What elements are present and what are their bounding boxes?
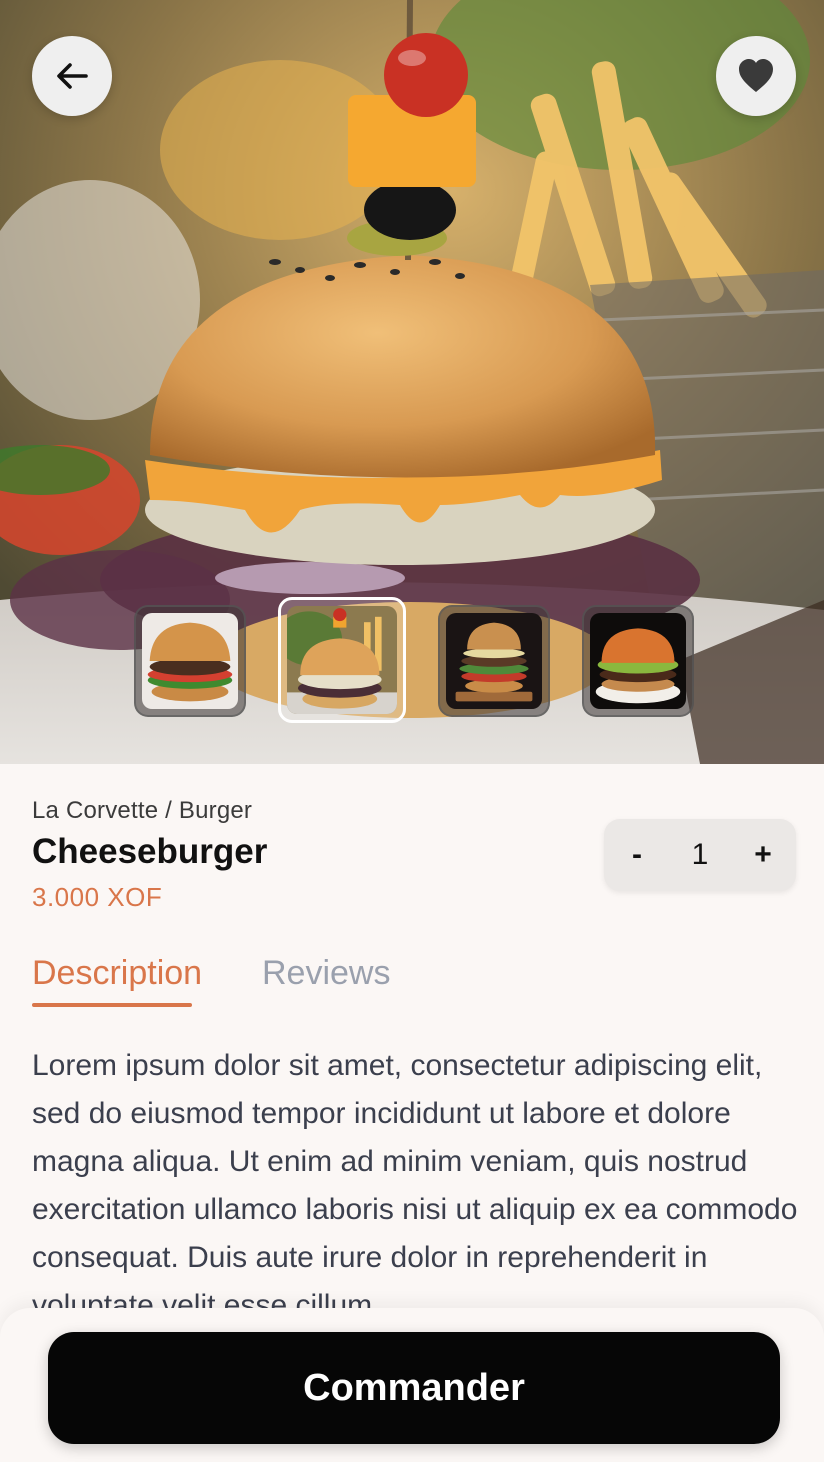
tab-description[interactable]: Description (32, 954, 202, 993)
thumbnail-3[interactable] (438, 605, 550, 717)
burger-photo-4 (590, 613, 686, 709)
decrease-quantity-button[interactable]: - (622, 819, 652, 891)
active-tab-indicator (32, 1003, 192, 1007)
quantity-value: 1 (691, 838, 709, 871)
burger-photo-3 (446, 613, 542, 709)
image-thumbnails (0, 597, 824, 723)
tab-reviews[interactable]: Reviews (262, 954, 390, 993)
burger-photo-2 (287, 606, 397, 714)
favorite-button[interactable] (716, 36, 796, 116)
quantity-stepper: - 1 + (604, 819, 796, 891)
thumbnail-4[interactable] (582, 605, 694, 717)
product-hero-image (0, 0, 824, 764)
order-button[interactable]: Commander (48, 1332, 780, 1444)
increase-quantity-button[interactable]: + (746, 819, 780, 891)
arrow-left-icon (57, 63, 88, 89)
product-price: 3.000 XOF (32, 882, 163, 912)
back-button[interactable] (32, 36, 112, 116)
bottom-action-bar: Commander (0, 1308, 824, 1462)
thumbnail-2[interactable] (278, 597, 406, 723)
product-detail-screen: La Corvette / Burger Cheeseburger 3.000 … (0, 0, 824, 1462)
heart-icon (739, 59, 773, 92)
thumbnail-1[interactable] (134, 605, 246, 717)
product-description: Lorem ipsum dolor sit amet, consectetur … (32, 1049, 798, 1312)
product-title: Cheeseburger (32, 832, 268, 871)
burger-photo-1 (142, 613, 238, 709)
breadcrumb: La Corvette / Burger (32, 797, 253, 824)
